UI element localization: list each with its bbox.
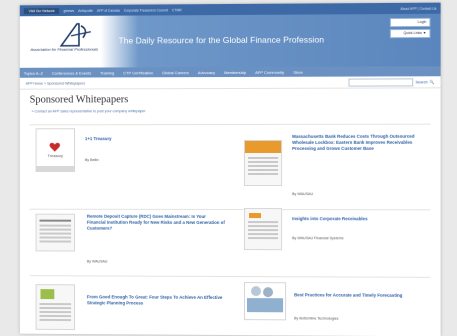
thumbnail-text-line [248, 221, 279, 223]
thumbnail-text-line [39, 310, 72, 313]
thumbnail-text-line [39, 303, 72, 305]
thumbnail-text-line [248, 160, 279, 163]
whitepaper-author: By WAUSAU Financial Systems [292, 236, 344, 241]
thumbnail-text-line [39, 228, 72, 231]
network-link-gtnews[interactable]: gtnews [63, 8, 74, 12]
whitepaper-title-link[interactable]: Insights into Corporate Receivables [292, 216, 433, 223]
thumbnail-text-line [39, 232, 72, 235]
thumbnail-text-line [39, 219, 72, 222]
section-divider [29, 275, 431, 278]
visit-network-button[interactable]: Visit Our Network [23, 7, 60, 14]
page-title: Sponsored Whitepapers [29, 94, 129, 106]
nav-item-store[interactable]: Store [293, 69, 303, 74]
whitepaper-title-link[interactable]: Massachusetts Bank Reduces Costs Through… [292, 134, 433, 153]
network-link-antiquotle[interactable]: Antiquotle [78, 8, 93, 12]
whitepaper-thumbnail[interactable] [243, 139, 283, 187]
whitepaper-thumbnail[interactable] [243, 208, 283, 251]
nav-item-advocacy[interactable]: Advocacy [198, 70, 215, 75]
nav-item-ctp[interactable]: CTP Certification [123, 70, 153, 75]
org-name: Association for Financial Professionals [30, 46, 98, 52]
search-button[interactable]: Search [415, 80, 427, 84]
nav-item-training[interactable]: Training [100, 70, 114, 75]
search-icon[interactable]: 🔍 [430, 79, 435, 84]
thumbnail-text-line [39, 314, 72, 317]
search-input[interactable] [348, 77, 414, 87]
thumbnail-logo [249, 213, 262, 219]
thumbnail-banner [245, 140, 282, 153]
thumbnail-text-line [248, 225, 279, 227]
network-link-afp-canada[interactable]: AFP of Canada [97, 8, 120, 12]
thumbnail-text-line [248, 237, 279, 239]
search-box: Search 🔍 [348, 77, 435, 87]
thumbnail-text-line [248, 233, 279, 235]
thumbnail-caption: Treasury [47, 153, 63, 159]
about-contact-links[interactable]: About AFP | Contact Us [400, 6, 436, 10]
whitepaper-item: Best Practices for Accurate and Timely F… [243, 282, 436, 333]
contact-sales-link[interactable]: » Contact an AFP sales representative to… [20, 104, 441, 117]
whitepaper-thumbnail[interactable] [35, 213, 76, 252]
whitepaper-thumbnail[interactable]: Treasury [35, 128, 76, 172]
thumbnail-person-image [251, 286, 262, 297]
quick-links-dropdown[interactable]: Quick Links ▼ [389, 28, 431, 39]
whitepaper-title-link[interactable]: From Good Enough To Great: Four Steps To… [87, 294, 226, 307]
thumbnail-text-line [248, 168, 279, 171]
nav-item-topics[interactable]: Topics A–Z [24, 70, 43, 75]
whitepaper-author: By WAUSAU [86, 259, 108, 264]
nav-item-community[interactable]: AFP Community [255, 69, 284, 74]
browser-page: Visit Our Network gtnews Antiquotle AFP … [19, 2, 441, 336]
thumbnail-text-line [39, 224, 72, 227]
whitepaper-item: Remote Deposit Capture (RDC) Goes Mainst… [35, 213, 229, 274]
whitepaper-item: Massachusetts Bank Reduces Costs Through… [243, 132, 436, 213]
thumbnail-footer [36, 166, 75, 171]
whitepaper-author: By WAUSAU [292, 192, 314, 197]
section-divider [29, 123, 431, 126]
thumbnail-person-image [263, 287, 274, 298]
thumbnail-text-line [248, 164, 279, 167]
thumbnail-image [247, 298, 284, 313]
thumbnail-text-line [39, 306, 72, 309]
thumbnail-text-line [248, 173, 279, 175]
nav-item-conferences[interactable]: Conferences & Events [52, 70, 91, 75]
network-link-ctc[interactable]: Corporate Treasurers Council [124, 8, 168, 12]
login-button[interactable]: Login [389, 17, 431, 28]
whitepaper-author: By Bellin [84, 158, 99, 163]
site-header: Association for Financial Professionals … [19, 13, 441, 68]
nav-item-membership[interactable]: Membership [224, 69, 246, 74]
whitepaper-title-link[interactable]: 1+1 Treasury [85, 136, 214, 142]
breadcrumb[interactable]: AFP Home > Sponsored Whitepapers [26, 81, 85, 85]
nav-item-careers[interactable]: Global Careers [162, 70, 189, 75]
thumbnail-text-line [248, 229, 279, 231]
thumbnail-text-line [39, 240, 72, 243]
thumbnail-text-line [248, 156, 279, 159]
whitepaper-thumbnail[interactable] [243, 282, 287, 321]
whitepaper-item: Insights into Corporate Receivables By W… [243, 208, 436, 259]
site-tagline: The Daily Resource for the Global Financ… [118, 34, 325, 46]
whitepaper-item: From Good Enough To Great: Four Steps To… [35, 284, 229, 333]
thumbnail-text-line [39, 318, 72, 321]
whitepaper-author: By Bottomline Technologies [294, 316, 339, 321]
whitepaper-thumbnail[interactable] [35, 284, 76, 331]
network-link-ctmr[interactable]: CTMR [172, 8, 182, 12]
afp-logo[interactable]: Association for Financial Professionals [30, 22, 99, 62]
thumbnail-text-line [39, 236, 72, 239]
whitepaper-title-link[interactable]: Best Practices for Accurate and Timely F… [294, 292, 425, 299]
afp-logo-mark-icon [60, 23, 92, 47]
whitepaper-title-link[interactable]: Remote Deposit Capture (RDC) Goes Mainst… [87, 214, 226, 233]
login-box: Login Quick Links ▼ [389, 17, 431, 40]
heart-icon [49, 139, 61, 152]
thumbnail-image [40, 289, 55, 300]
whitepaper-item: Treasury 1+1 Treasury By Bellin [35, 128, 224, 200]
